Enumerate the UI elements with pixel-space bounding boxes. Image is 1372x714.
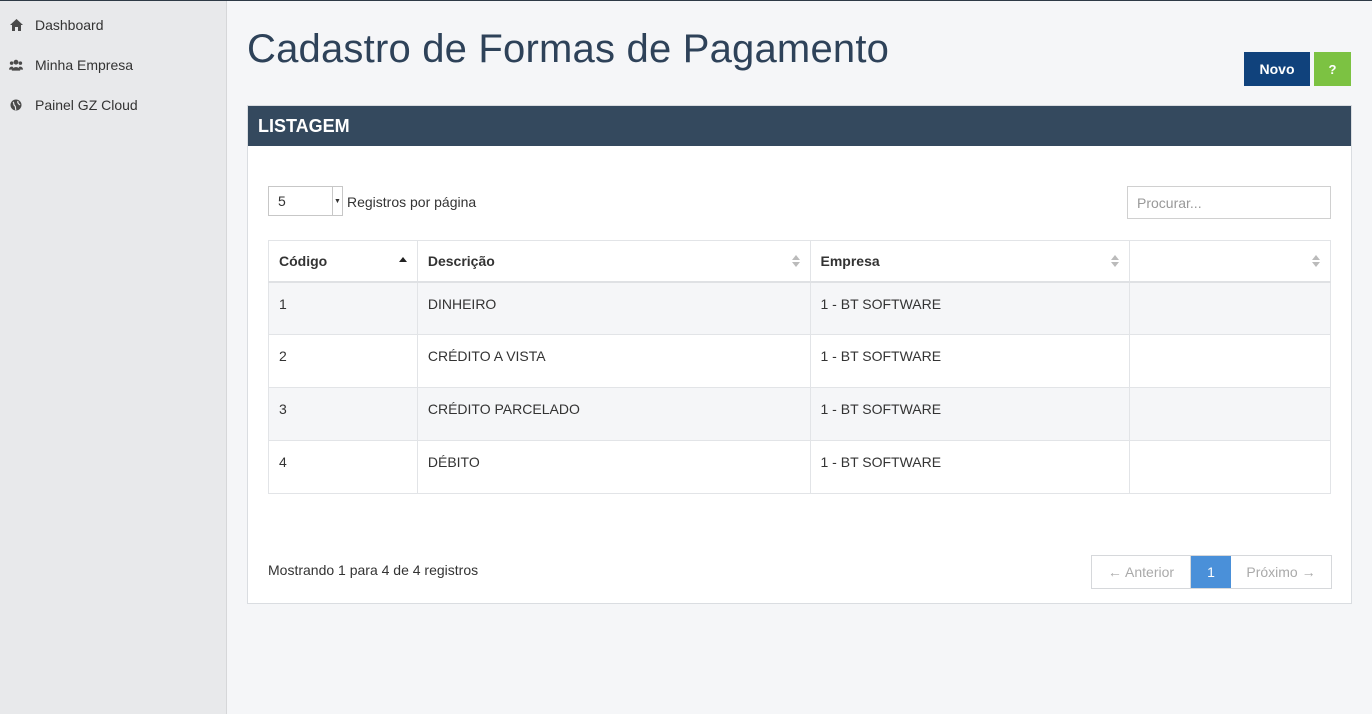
caret-down-icon: ▼ [332, 187, 342, 215]
cell-descricao: CRÉDITO A VISTA [416, 334, 811, 388]
cell-codigo: 3 [268, 387, 418, 441]
cell-codigo: 4 [268, 440, 418, 494]
pagination: ← Anterior 1 Próximo → [1091, 555, 1332, 589]
cell-codigo: 1 [268, 281, 418, 335]
sidebar-item-label: Painel GZ Cloud [35, 97, 138, 113]
page-length-value: 5 [278, 193, 286, 209]
cell-descricao: CRÉDITO PARCELADO [416, 387, 811, 441]
cell-empresa: 1 - BT SOFTWARE [809, 440, 1131, 494]
cell-empresa: 1 - BT SOFTWARE [809, 334, 1131, 388]
column-header-empresa[interactable]: Empresa [809, 240, 1131, 283]
column-header-codigo[interactable]: Código [268, 240, 418, 283]
search-input[interactable] [1127, 186, 1331, 219]
column-header-label: Código [279, 252, 328, 269]
table-row[interactable]: 4 DÉBITO 1 - BT SOFTWARE [268, 440, 1331, 494]
cell-codigo: 2 [268, 334, 418, 388]
help-button[interactable]: ? [1314, 52, 1351, 86]
cell-actions [1129, 387, 1331, 441]
cell-descricao: DINHEIRO [416, 281, 811, 335]
cell-actions [1129, 334, 1331, 388]
page-length-label: Registros por página [347, 194, 477, 210]
column-header-label: Empresa [820, 252, 880, 269]
cell-actions [1129, 281, 1331, 335]
cell-empresa: 1 - BT SOFTWARE [809, 281, 1131, 335]
column-header-actions[interactable] [1129, 240, 1331, 283]
sidebar-item-minha-empresa[interactable]: Minha Empresa [0, 45, 226, 85]
users-icon [9, 58, 23, 72]
table-header-row: Código Descrição Empresa [268, 240, 1331, 283]
previous-page-button[interactable]: ← Anterior [1092, 556, 1191, 588]
cell-descricao: DÉBITO [416, 440, 811, 494]
sidebar: Dashboard Minha Empresa Painel GZ Cloud [0, 1, 227, 714]
home-icon [9, 18, 23, 32]
next-page-button[interactable]: Próximo → [1231, 556, 1331, 588]
sidebar-item-painel-gz-cloud[interactable]: Painel GZ Cloud [0, 85, 226, 125]
table-row[interactable]: 3 CRÉDITO PARCELADO 1 - BT SOFTWARE [268, 387, 1331, 441]
cell-actions [1129, 440, 1331, 494]
sort-icon [1312, 254, 1321, 268]
sidebar-item-label: Dashboard [35, 17, 104, 33]
column-header-descricao[interactable]: Descrição [416, 240, 811, 283]
sort-icon [791, 254, 801, 268]
page-1-button[interactable]: 1 [1191, 556, 1231, 588]
main-content: Cadastro de Formas de Pagamento Novo ? L… [227, 1, 1372, 714]
sort-icon [1111, 254, 1120, 268]
sidebar-item-label: Minha Empresa [35, 57, 134, 73]
table-row[interactable]: 2 CRÉDITO A VISTA 1 - BT SOFTWARE [268, 334, 1331, 388]
globe-icon [9, 98, 23, 112]
novo-button[interactable]: Novo [1244, 52, 1310, 86]
column-header-label: Descrição [427, 252, 495, 269]
payment-methods-table: Código Descrição Empresa 1 DINHEIRO 1 - … [268, 240, 1331, 494]
cell-empresa: 1 - BT SOFTWARE [809, 387, 1131, 441]
panel-title: LISTAGEM [248, 106, 1351, 146]
table-info: Mostrando 1 para 4 de 4 registros [268, 562, 479, 578]
sidebar-item-dashboard[interactable]: Dashboard [0, 5, 226, 45]
table-row[interactable]: 1 DINHEIRO 1 - BT SOFTWARE [268, 281, 1331, 335]
sort-ascending-icon [398, 254, 408, 268]
page-title: Cadastro de Formas de Pagamento [247, 27, 890, 71]
listagem-panel: LISTAGEM 5 ▼ Registros por página Código [247, 105, 1352, 604]
page-length-select[interactable]: 5 ▼ [268, 186, 343, 216]
